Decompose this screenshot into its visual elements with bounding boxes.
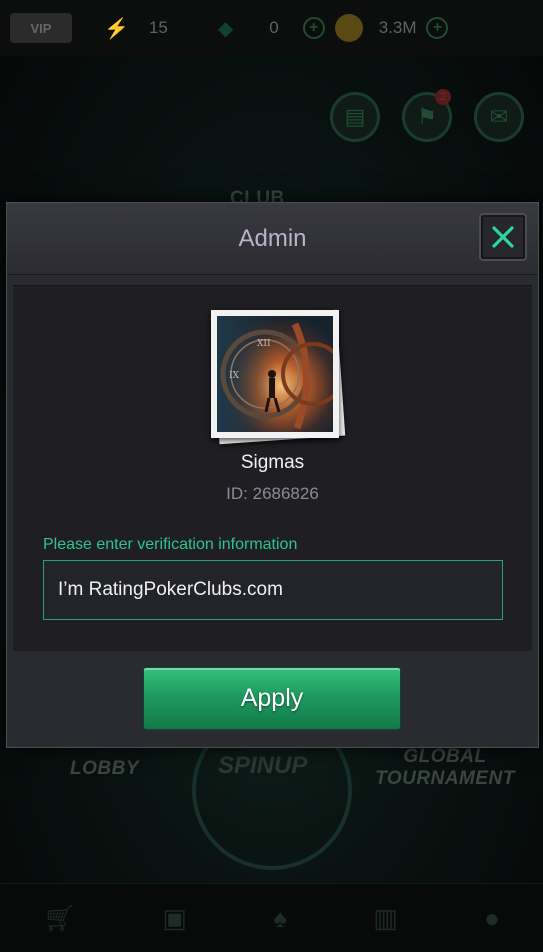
avatar-image: XII IX [217, 316, 345, 432]
profile-icon[interactable]: ● [484, 903, 500, 934]
dialog-header: Admin [7, 203, 538, 275]
coins-stat: 3.3M [379, 18, 417, 38]
energy-value: 15 [148, 18, 168, 37]
bag-icon[interactable]: ▣ [162, 903, 187, 934]
bottom-nav: 🛒︎ ▣ ♠ ▥ ● [0, 883, 543, 952]
vip-badge[interactable]: VIP [10, 13, 72, 43]
tasks-button[interactable]: ▤ [330, 92, 380, 142]
dialog-title: Admin [238, 225, 307, 252]
global-label: GLOBAL [403, 746, 487, 767]
shop-icon[interactable]: 🛒︎ [43, 903, 76, 934]
apply-button[interactable]: Apply [143, 667, 401, 730]
user-id: ID: 2686826 [226, 484, 319, 503]
diamond-icon: ◆ [217, 17, 234, 40]
spinup-label: SPINUP [218, 752, 308, 779]
clipboard-icon: ▤ [344, 104, 366, 129]
notification-badge: 2 [435, 89, 451, 105]
global-tournament-label[interactable]: GLOBAL TOURNAMENT [375, 746, 515, 790]
svg-text:IX: IX [229, 371, 240, 381]
lightning-icon: ⚡ [104, 17, 129, 40]
verification-input[interactable] [43, 560, 503, 620]
mail-button[interactable]: ✉ [474, 92, 524, 142]
gems-value: 0 [269, 18, 279, 37]
add-gems-button[interactable]: + [302, 17, 325, 39]
tournament-label: TOURNAMENT [375, 768, 515, 789]
gems-stat: ◆ 0 [218, 16, 279, 41]
avatar-card: XII IX [211, 310, 345, 438]
spade-icon[interactable]: ♠ [273, 903, 287, 934]
energy-stat: ⚡ 15 [104, 16, 168, 41]
coin-icon [334, 14, 363, 42]
add-coins-button[interactable]: + [426, 17, 449, 39]
close-icon [492, 226, 514, 248]
svg-text:XII: XII [257, 339, 271, 349]
avatar: XII IX [209, 308, 346, 445]
rewards-button[interactable]: ⚑ 2 [402, 89, 452, 142]
admin-dialog: Admin XII IX Sigmas ID: 2686826 Please e… [6, 202, 539, 748]
lobby-label[interactable]: LOBBY [70, 758, 139, 780]
user-panel: XII IX Sigmas ID: 2686826 Please enter v… [13, 285, 532, 651]
ribbon-icon: ⚑ [417, 104, 437, 129]
top-bar: VIP ⚡ 15 ◆ 0 + 3.3M + [0, 0, 543, 56]
stats-icon[interactable]: ▥ [373, 903, 398, 934]
user-name: Sigmas [240, 452, 305, 473]
close-button[interactable] [479, 213, 527, 261]
envelope-icon: ✉ [489, 104, 509, 129]
coins-value: 3.3M [378, 18, 417, 37]
verification-label: Please enter verification information [43, 536, 298, 553]
